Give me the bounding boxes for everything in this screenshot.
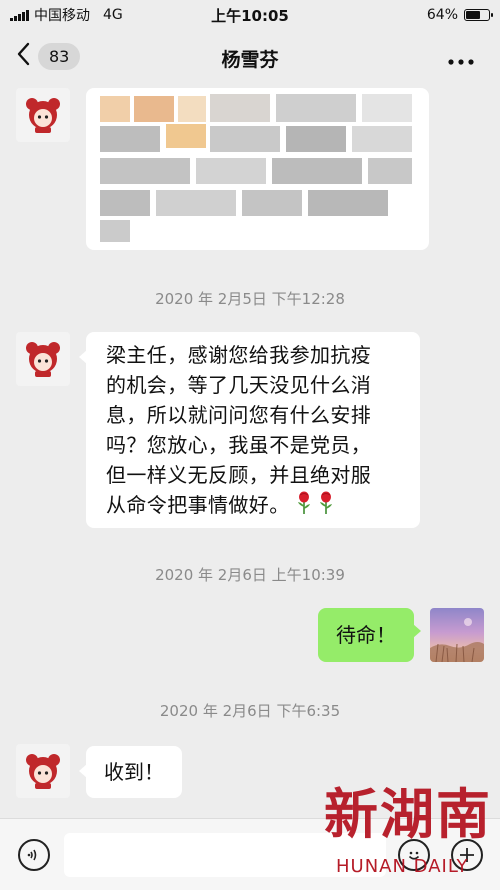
status-time: 上午10:05 (211, 6, 289, 25)
message-line: 梁主任，感谢您给我参加抗疫 (106, 343, 372, 367)
chat-header: 83 杨雪芬 (0, 30, 500, 86)
network-label: 4G (103, 7, 123, 23)
message-text: 梁主任，感谢您给我参加抗疫 的机会，等了几天没见什么消 息，所以就问问您有什么安… (106, 340, 371, 523)
contact-avatar[interactable] (16, 88, 70, 142)
avatar-bear-icon (26, 754, 60, 789)
incoming-message-bubble[interactable]: 收到！ (79, 746, 182, 798)
voice-icon[interactable] (18, 839, 50, 871)
contact-avatar[interactable] (16, 332, 70, 386)
battery-percent: 64% (426, 7, 458, 23)
message-line: 从命令把事情做好。 (106, 493, 290, 517)
timestamp: 2020 年 2月6日 上午10:39 (155, 566, 345, 584)
battery-fill (466, 11, 481, 19)
back-button[interactable]: 83 (16, 42, 81, 71)
timestamp: 2020 年 2月5日 下午12:28 (155, 290, 345, 308)
message-line: 息，所以就问问您有什么安排 (106, 403, 372, 427)
rose-icon (296, 491, 312, 523)
message-line: 的机会，等了几天没见什么消 (106, 373, 372, 397)
battery-icon (464, 9, 493, 21)
message-line-last: 从命令把事情做好。 (106, 490, 371, 523)
message-line: 吗？您放心，我虽不是党员， (106, 433, 372, 457)
signal-icon (10, 9, 29, 21)
avatar-landscape-icon (430, 618, 484, 662)
avatar-bear-icon (26, 342, 60, 377)
message-line: 但一样义无反顾，并且绝对服 (106, 463, 372, 487)
contact-avatar[interactable] (16, 744, 70, 798)
message-text: 待命！ (336, 623, 396, 647)
avatar-bear-icon (26, 98, 60, 133)
status-right: 64% (320, 7, 493, 23)
watermark-english: HUNAN DAILY (336, 856, 469, 877)
blurred-message-bubble (86, 88, 429, 250)
timestamp: 2020 年 2月6日 下午6:35 (159, 702, 341, 720)
status-bar: 中国移动 4G 上午10:05 64% (0, 0, 500, 30)
status-left: 中国移动 4G (10, 5, 180, 25)
message-text: 收到！ (104, 760, 164, 784)
outgoing-message-bubble[interactable]: 待命！ (318, 608, 421, 662)
watermark-chinese: 新湖南 (324, 782, 492, 846)
incoming-message-bubble[interactable]: 梁主任，感谢您给我参加抗疫 的机会，等了几天没见什么消 息，所以就问问您有什么安… (79, 332, 420, 528)
rose-icon (318, 491, 334, 523)
chevron-left-icon (16, 42, 30, 71)
watermark: 新湖南 HUNAN DAILY (318, 770, 498, 886)
chat-title: 杨雪芬 (221, 48, 279, 71)
more-icon[interactable] (448, 48, 474, 68)
unread-count-badge: 83 (38, 43, 81, 70)
my-avatar[interactable] (430, 608, 484, 662)
carrier-label: 中国移动 (34, 8, 90, 24)
